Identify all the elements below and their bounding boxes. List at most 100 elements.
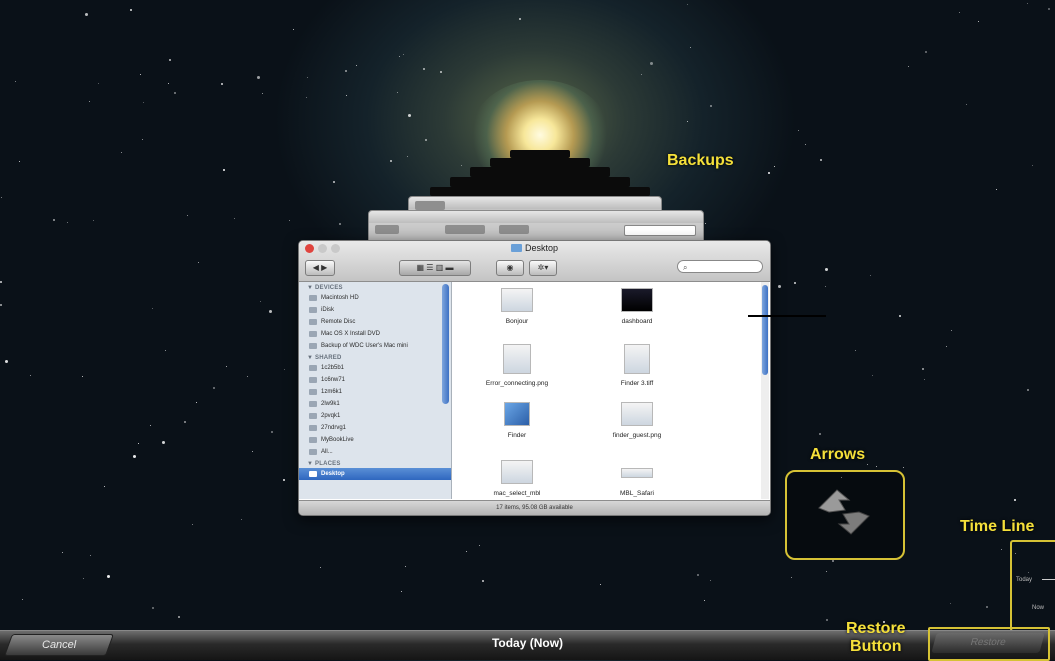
file-item[interactable]: mac_select_mbl xyxy=(457,460,577,497)
sidebar-item-device[interactable]: Remote Disc xyxy=(299,316,451,328)
star xyxy=(687,4,688,5)
action-menu-button[interactable]: ✲▾ xyxy=(529,260,557,276)
star xyxy=(687,121,688,122)
star xyxy=(67,222,68,223)
sidebar-item-label: All... xyxy=(321,449,333,455)
star xyxy=(356,65,357,66)
star xyxy=(22,599,23,600)
star xyxy=(710,105,712,107)
finder-window[interactable]: Desktop ◀ ▶ ▦ ☰ ▥ ▬ ◉ ✲▾ ⌕ ▼ DEVICES Mac… xyxy=(298,240,771,516)
file-name: finder_guest.png xyxy=(612,432,662,439)
search-icon: ⌕ xyxy=(683,263,688,272)
sidebar-item-label: 2lw9k1 xyxy=(321,401,340,407)
star xyxy=(440,71,442,73)
timeline[interactable]: Today Now xyxy=(1010,540,1055,632)
star xyxy=(169,59,171,61)
restore-button[interactable]: Restore xyxy=(931,633,1045,653)
file-item[interactable]: finder_guest.png xyxy=(577,402,697,439)
sidebar-item-label: 1zm6k1 xyxy=(321,389,343,395)
star xyxy=(1027,389,1029,391)
sidebar-item-label: Desktop xyxy=(321,471,345,477)
star xyxy=(89,101,90,102)
file-item[interactable]: Finder xyxy=(457,402,577,439)
file-item[interactable]: Finder 3.tiff xyxy=(577,344,697,387)
star xyxy=(5,360,8,363)
backup-drive-icon xyxy=(309,343,317,349)
star xyxy=(946,346,947,347)
navigation-arrows[interactable] xyxy=(785,470,905,560)
star xyxy=(832,560,834,562)
backup-stack-layer xyxy=(490,158,590,167)
star xyxy=(794,282,796,284)
sidebar-scrollbar[interactable] xyxy=(442,284,449,404)
sidebar-item-label: Remote Disc xyxy=(321,319,356,325)
window-titlebar: Desktop ◀ ▶ ▦ ☰ ▥ ▬ ◉ ✲▾ ⌕ xyxy=(299,241,770,282)
sidebar-item-shared[interactable]: 2lw9k1 xyxy=(299,398,451,410)
star xyxy=(269,310,272,313)
sidebar-item-shared[interactable]: MyBookLive xyxy=(299,434,451,446)
star xyxy=(82,376,83,377)
file-item[interactable]: MBL_Safari xyxy=(577,460,697,497)
file-name: Finder 3.tiff xyxy=(620,380,654,387)
sidebar-item-device[interactable]: iDisk xyxy=(299,304,451,316)
star xyxy=(346,95,347,96)
timeline-tick xyxy=(1042,579,1055,580)
star xyxy=(774,166,775,167)
star xyxy=(697,574,699,576)
backup-stack-layer xyxy=(450,177,630,187)
star xyxy=(187,215,188,216)
scrollbar-knob[interactable] xyxy=(762,285,768,375)
star xyxy=(825,286,826,287)
sidebar-item-shared[interactable]: 2pvqk1 xyxy=(299,410,451,422)
sidebar-item-shared[interactable]: 27ndrvg1 xyxy=(299,422,451,434)
star xyxy=(62,552,63,553)
star xyxy=(83,578,84,579)
star xyxy=(196,402,197,403)
star xyxy=(872,375,873,376)
annotation-restore-button: Restore Button xyxy=(846,620,906,655)
star xyxy=(345,70,347,72)
timeline-today[interactable]: Today xyxy=(1016,577,1032,583)
star xyxy=(98,83,99,84)
window-title: Desktop xyxy=(299,243,770,253)
star xyxy=(600,584,601,585)
star xyxy=(466,551,467,552)
back-forward-buttons[interactable]: ◀ ▶ xyxy=(305,260,335,276)
timeline-now[interactable]: Now xyxy=(1032,605,1044,611)
star xyxy=(19,161,20,162)
star xyxy=(130,9,132,11)
sidebar-item-shared[interactable]: 1zm6k1 xyxy=(299,386,451,398)
sidebar-item-device[interactable]: Backup of WDC User's Mac mini xyxy=(299,340,451,352)
file-item[interactable]: Error_connecting.png xyxy=(457,344,577,387)
sidebar-item-device[interactable]: Mac OS X Install DVD xyxy=(299,328,451,340)
annotation-arrows: Arrows xyxy=(810,446,866,463)
star xyxy=(479,545,480,546)
backup-window[interactable] xyxy=(368,210,704,244)
file-item[interactable]: Bonjour xyxy=(457,288,577,325)
sidebar-item-shared[interactable]: 1c6nw71 xyxy=(299,374,451,386)
star xyxy=(1001,549,1002,550)
quick-look-button[interactable]: ◉ xyxy=(496,260,524,276)
star xyxy=(133,455,136,458)
star xyxy=(93,220,94,221)
sidebar-item-desktop[interactable]: Desktop xyxy=(299,468,451,480)
star xyxy=(241,519,242,520)
star xyxy=(924,379,925,380)
search-field[interactable]: ⌕ xyxy=(677,260,763,273)
sidebar-item-shared[interactable]: All... xyxy=(299,446,451,458)
star xyxy=(966,104,967,105)
star xyxy=(142,139,143,140)
sidebar-item-shared[interactable]: 1c2b5b1 xyxy=(299,362,451,374)
view-mode-buttons[interactable]: ▦ ☰ ▥ ▬ xyxy=(399,260,471,276)
file-item[interactable]: dashboard xyxy=(577,288,697,325)
sidebar-item-device[interactable]: Macintosh HD xyxy=(299,292,451,304)
star xyxy=(152,607,154,609)
star xyxy=(320,567,321,568)
star xyxy=(293,29,294,30)
computer-icon xyxy=(309,401,317,407)
star xyxy=(908,66,909,67)
star xyxy=(90,555,91,556)
sidebar-item-label: Macintosh HD xyxy=(321,295,359,301)
file-thumbnail-icon xyxy=(621,288,653,312)
up-down-arrows-icon[interactable] xyxy=(815,486,873,538)
